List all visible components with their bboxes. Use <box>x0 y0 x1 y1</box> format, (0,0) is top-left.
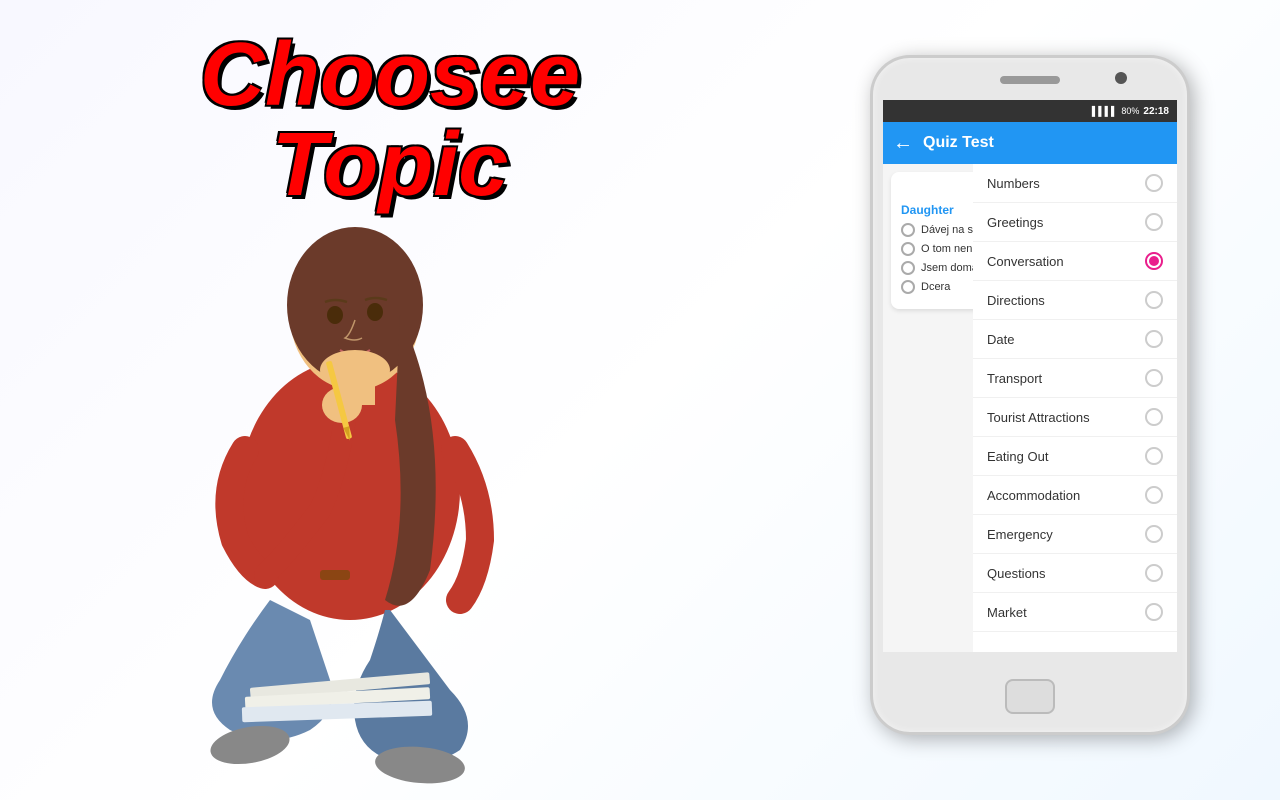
dropdown-radio-directions[interactable] <box>1145 291 1163 309</box>
phone-speaker <box>1000 76 1060 84</box>
dropdown-radio-market[interactable] <box>1145 603 1163 621</box>
dropdown-item-label: Transport <box>987 371 1042 386</box>
dropdown-item-date[interactable]: Date <box>973 320 1177 359</box>
dropdown-item-eating-out[interactable]: Eating Out <box>973 437 1177 476</box>
dropdown-item-questions[interactable]: Questions <box>973 554 1177 593</box>
dropdown-item-emergency[interactable]: Emergency <box>973 515 1177 554</box>
phone-screen: ▌▌▌▌ 80% 22:18 ← Quiz Test Qu... Daughte… <box>883 100 1177 652</box>
dropdown-item-label: Tourist Attractions <box>987 410 1090 425</box>
phone-body: ▌▌▌▌ 80% 22:18 ← Quiz Test Qu... Daughte… <box>870 55 1190 735</box>
topic-dropdown: Numbers Greetings Conversation Directions Da… <box>973 164 1177 652</box>
app-title: Quiz Test <box>923 134 994 152</box>
dropdown-radio-tourist-attractions[interactable] <box>1145 408 1163 426</box>
dropdown-item-label: Eating Out <box>987 449 1048 464</box>
dropdown-item-conversation[interactable]: Conversation <box>973 242 1177 281</box>
dropdown-item-label: Questions <box>987 566 1046 581</box>
dropdown-radio-eating-out[interactable] <box>1145 447 1163 465</box>
radio-option-3[interactable] <box>901 261 915 275</box>
dropdown-item-label: Greetings <box>987 215 1043 230</box>
radio-option-2[interactable] <box>901 242 915 256</box>
battery-indicator: 80% <box>1121 106 1139 116</box>
signal-icon: ▌▌▌▌ <box>1092 106 1118 116</box>
dropdown-item-greetings[interactable]: Greetings <box>973 203 1177 242</box>
person-illustration <box>60 100 640 800</box>
status-bar: ▌▌▌▌ 80% 22:18 <box>883 100 1177 122</box>
dropdown-radio-numbers[interactable] <box>1145 174 1163 192</box>
time-display: 22:18 <box>1143 106 1169 117</box>
dropdown-radio-questions[interactable] <box>1145 564 1163 582</box>
phone-camera <box>1115 72 1127 84</box>
home-button[interactable] <box>1005 679 1055 714</box>
dropdown-item-label: Numbers <box>987 176 1040 191</box>
dropdown-item-label: Market <box>987 605 1027 620</box>
dropdown-item-label: Emergency <box>987 527 1053 542</box>
dropdown-item-label: Directions <box>987 293 1045 308</box>
dropdown-item-label: Accommodation <box>987 488 1080 503</box>
dropdown-radio-emergency[interactable] <box>1145 525 1163 543</box>
dropdown-item-transport[interactable]: Transport <box>973 359 1177 398</box>
dropdown-item-label: Date <box>987 332 1014 347</box>
dropdown-item-numbers[interactable]: Numbers <box>973 164 1177 203</box>
dropdown-item-accommodation[interactable]: Accommodation <box>973 476 1177 515</box>
dropdown-item-label: Conversation <box>987 254 1064 269</box>
back-button[interactable]: ← <box>893 132 913 155</box>
radio-option-4[interactable] <box>901 280 915 294</box>
phone-container: ▌▌▌▌ 80% 22:18 ← Quiz Test Qu... Daughte… <box>860 55 1200 755</box>
dropdown-radio-transport[interactable] <box>1145 369 1163 387</box>
dropdown-item-market[interactable]: Market <box>973 593 1177 632</box>
radio-option-1[interactable] <box>901 223 915 237</box>
dropdown-radio-conversation[interactable] <box>1145 252 1163 270</box>
dropdown-radio-accommodation[interactable] <box>1145 486 1163 504</box>
app-header: ← Quiz Test <box>883 122 1177 164</box>
dropdown-item-directions[interactable]: Directions <box>973 281 1177 320</box>
dropdown-item-tourist-attractions[interactable]: Tourist Attractions <box>973 398 1177 437</box>
dropdown-radio-date[interactable] <box>1145 330 1163 348</box>
dropdown-radio-greetings[interactable] <box>1145 213 1163 231</box>
